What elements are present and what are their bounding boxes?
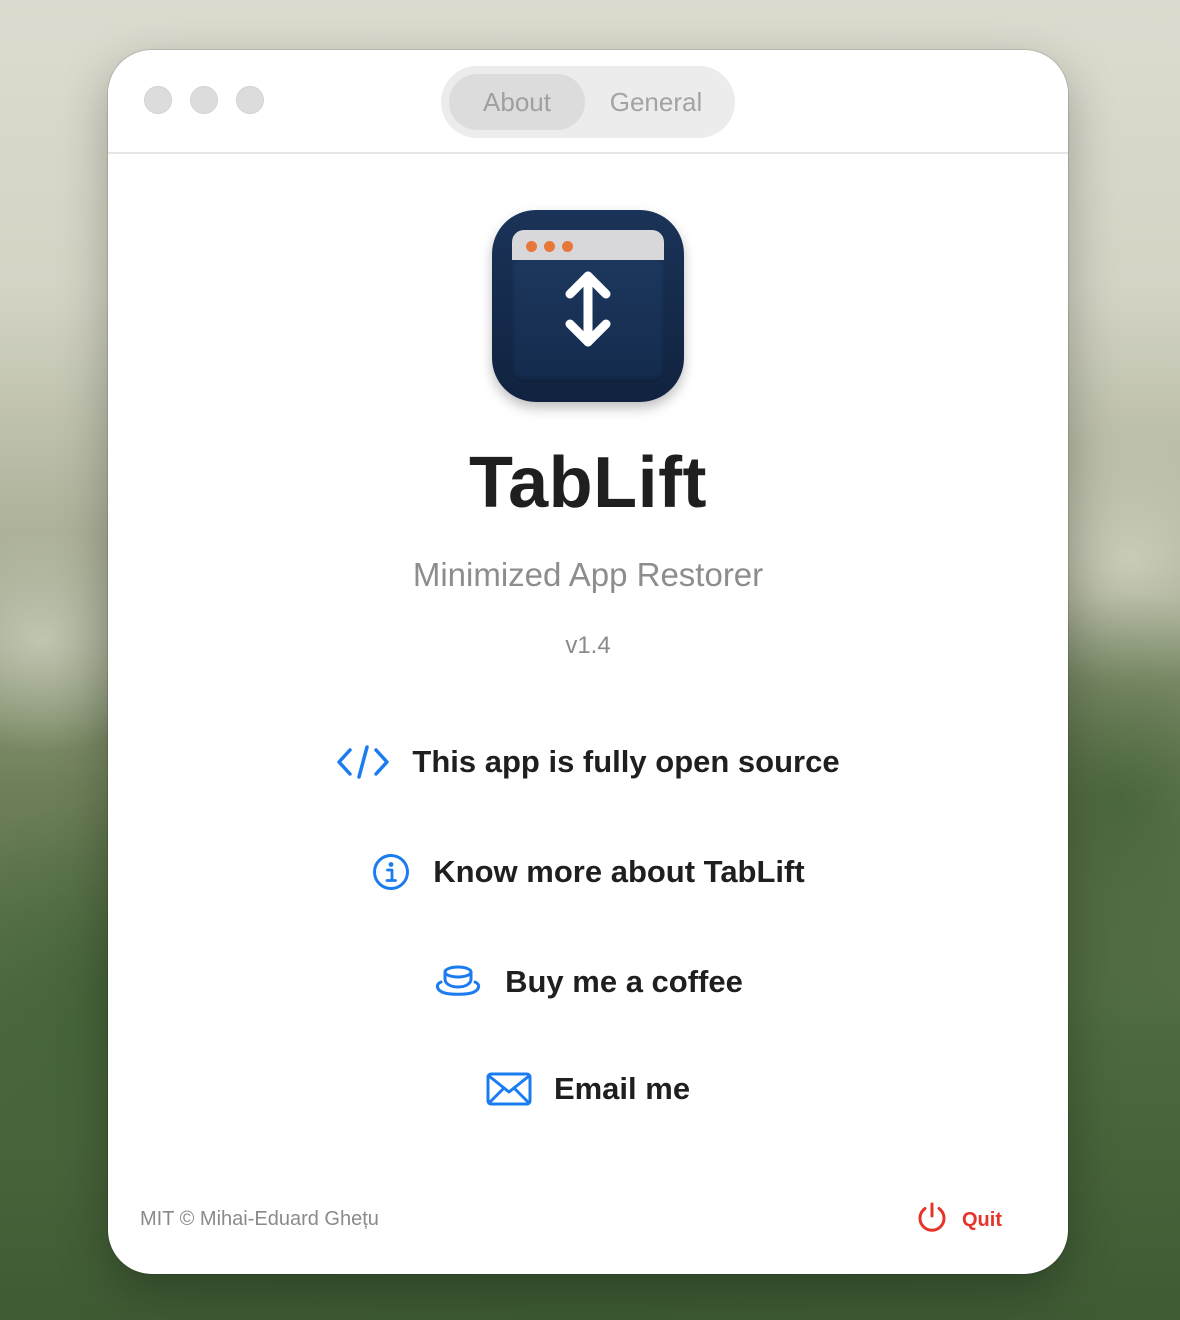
open-source-link[interactable]: This app is fully open source xyxy=(108,737,1068,787)
power-icon xyxy=(916,1201,948,1239)
open-source-link-label: This app is fully open source xyxy=(412,744,840,779)
buy-coffee-link[interactable]: Buy me a coffee xyxy=(108,957,1068,1007)
tab-general[interactable]: General xyxy=(585,74,727,130)
quit-button[interactable]: Quit xyxy=(916,1200,1002,1240)
about-window: About General TabLift Minimized App Rest… xyxy=(108,50,1068,1274)
envelope-icon xyxy=(486,1072,532,1106)
title-bar: About General xyxy=(108,50,1068,154)
know-more-link-label: Know more about TabLift xyxy=(433,854,805,889)
code-brackets-icon xyxy=(336,744,390,780)
close-window-button[interactable] xyxy=(144,86,172,114)
app-icon xyxy=(492,210,684,402)
buy-coffee-link-label: Buy me a coffee xyxy=(505,964,743,999)
know-more-link[interactable]: Know more about TabLift xyxy=(108,847,1068,897)
quit-label: Quit xyxy=(962,1208,1002,1231)
email-link[interactable]: Email me xyxy=(108,1064,1068,1114)
info-circle-icon xyxy=(371,852,411,892)
license-text: MIT © Mihai-Eduard Ghețu xyxy=(140,1208,379,1230)
minimize-window-button[interactable] xyxy=(190,86,218,114)
app-tagline: Minimized App Restorer xyxy=(412,556,764,593)
app-icon-dot xyxy=(526,241,537,252)
app-icon-dot xyxy=(544,241,555,252)
zoom-window-button[interactable] xyxy=(236,86,264,114)
email-link-label: Email me xyxy=(553,1071,691,1106)
up-down-arrow-icon xyxy=(565,271,611,347)
coffee-cup-icon xyxy=(433,963,483,1001)
app-version: v1.4 xyxy=(565,632,611,659)
app-name: TabLift xyxy=(468,443,708,523)
tab-about[interactable]: About xyxy=(449,74,585,130)
tab-segmented-control: About General xyxy=(441,66,735,138)
app-icon-dot xyxy=(562,241,573,252)
